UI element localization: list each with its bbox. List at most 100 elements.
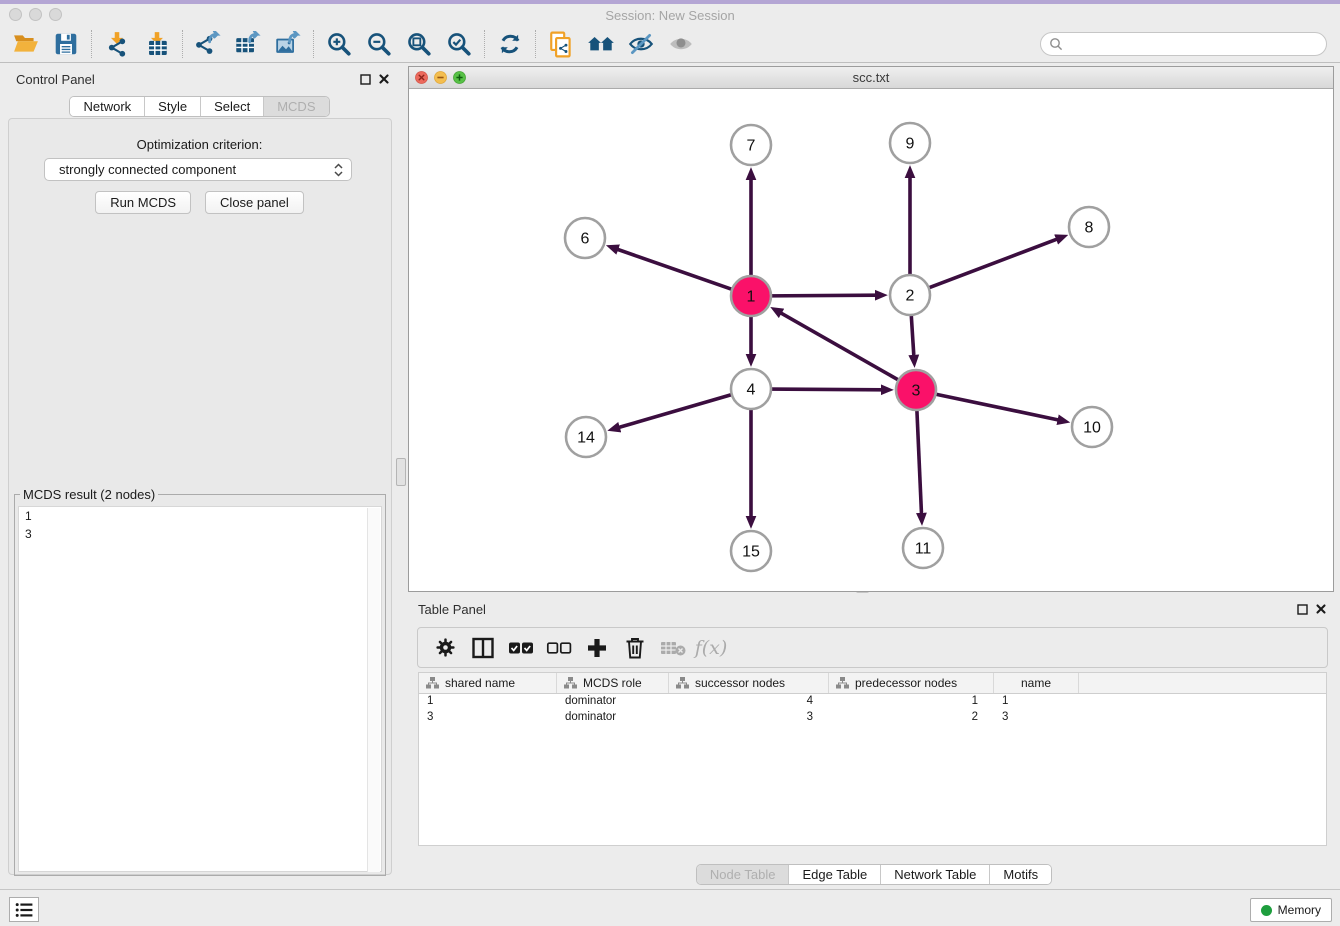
table-cell[interactable]: 1	[419, 694, 557, 710]
tab-mcds[interactable]: MCDS	[263, 97, 328, 116]
function-builder-button[interactable]: f(x)	[692, 632, 730, 664]
column-header-successor-nodes[interactable]: successor nodes	[669, 673, 829, 693]
close-panel-button[interactable]: Close panel	[205, 191, 304, 214]
mcds-result-item[interactable]: 3	[19, 525, 381, 543]
open-session-button[interactable]	[6, 28, 46, 60]
table-cell[interactable]: 1	[994, 694, 1079, 710]
table-panel-header: Table Panel	[408, 596, 1340, 622]
table-cell[interactable]: 3	[419, 710, 557, 726]
import-network-button[interactable]	[97, 28, 137, 60]
table-cell[interactable]: 2	[829, 710, 994, 726]
minimize-window-icon[interactable]	[29, 8, 42, 21]
table-cell[interactable]: dominator	[557, 694, 669, 710]
table-row[interactable]: 3dominator323	[419, 710, 1326, 726]
search-input[interactable]	[1040, 32, 1327, 56]
show-all-button[interactable]	[661, 28, 701, 60]
node-label-4: 4	[747, 382, 756, 399]
tab-style[interactable]: Style	[144, 97, 200, 116]
tab-select[interactable]: Select	[200, 97, 263, 116]
run-mcds-button[interactable]: Run MCDS	[95, 191, 191, 214]
delete-table-button[interactable]	[654, 632, 692, 664]
edge-4-14[interactable]	[618, 394, 734, 428]
export-table-button[interactable]	[228, 28, 268, 60]
hide-selected-icon	[627, 32, 655, 56]
edge-3-1[interactable]	[780, 312, 901, 381]
network-window-title: scc.txt	[853, 70, 890, 85]
export-network-button[interactable]	[188, 28, 228, 60]
edge-1-2[interactable]	[769, 295, 877, 296]
toolbar-separator	[91, 30, 92, 58]
close-window-icon[interactable]	[9, 8, 22, 21]
refresh-button[interactable]	[490, 28, 530, 60]
export-table-icon	[234, 31, 262, 58]
task-history-button[interactable]	[9, 897, 39, 922]
network-window-titlebar[interactable]: scc.txt	[409, 67, 1333, 89]
new-network-from-selection-button[interactable]	[541, 28, 581, 60]
zoom-in-button[interactable]	[319, 28, 359, 60]
close-panel-icon[interactable]	[379, 74, 389, 84]
tab-network-table[interactable]: Network Table	[880, 865, 989, 884]
network-canvas[interactable]: 7968124314101511	[409, 89, 1333, 591]
minimize-view-icon[interactable]	[434, 71, 447, 84]
criterion-dropdown[interactable]: strongly connected component	[44, 158, 352, 181]
float-panel-icon[interactable]	[360, 74, 371, 85]
zoom-selected-button[interactable]	[439, 28, 479, 60]
refresh-icon	[497, 31, 523, 57]
add-column-button[interactable]	[578, 632, 616, 664]
zoom-fit-button[interactable]	[399, 28, 439, 60]
vertical-splitter-handle[interactable]	[396, 458, 406, 486]
maximize-view-icon[interactable]	[453, 71, 466, 84]
memory-button[interactable]: Memory	[1250, 898, 1332, 922]
close-view-icon[interactable]	[415, 71, 428, 84]
edge-3-10[interactable]	[934, 394, 1060, 421]
hide-selected-button[interactable]	[621, 28, 661, 60]
tab-motifs[interactable]: Motifs	[989, 865, 1051, 884]
status-bar: Memory	[0, 889, 1340, 926]
column-header-MCDS-role[interactable]: MCDS role	[557, 673, 669, 693]
zoom-window-icon[interactable]	[49, 8, 62, 21]
export-network-icon	[194, 31, 222, 58]
edge-2-8[interactable]	[927, 239, 1058, 289]
first-neighbors-button[interactable]	[581, 28, 621, 60]
tab-node-table[interactable]: Node Table	[697, 865, 789, 884]
save-session-button[interactable]	[46, 28, 86, 60]
node-table[interactable]: shared nameMCDS rolesuccessor nodesprede…	[418, 672, 1327, 846]
select-all-checkboxes-button[interactable]	[502, 632, 540, 664]
edge-2-3[interactable]	[911, 313, 914, 357]
export-image-button[interactable]	[268, 28, 308, 60]
column-header-name[interactable]: name	[994, 673, 1079, 693]
node-label-15: 15	[742, 544, 760, 561]
table-cell[interactable]: dominator	[557, 710, 669, 726]
tab-edge-table[interactable]: Edge Table	[788, 865, 880, 884]
zoom-out-button[interactable]	[359, 28, 399, 60]
mcds-result-item[interactable]: 1	[19, 507, 381, 525]
mcds-result-list[interactable]: 13	[18, 506, 382, 872]
table-settings-button[interactable]	[426, 632, 464, 664]
table-cell[interactable]: 1	[829, 694, 994, 710]
table-panel-title: Table Panel	[418, 602, 486, 617]
column-type-icon	[564, 677, 577, 689]
toolbar-separator	[535, 30, 536, 58]
tab-network[interactable]: Network	[70, 97, 144, 116]
table-row[interactable]: 1dominator411	[419, 694, 1326, 710]
edge-1-6[interactable]	[616, 249, 734, 290]
edge-4-3[interactable]	[769, 389, 883, 390]
import-table-button[interactable]	[137, 28, 177, 60]
delete-column-button[interactable]	[616, 632, 654, 664]
window-traffic-lights[interactable]	[9, 8, 62, 21]
close-table-panel-icon[interactable]	[1316, 604, 1326, 614]
node-label-7: 7	[747, 138, 756, 155]
toggle-panes-button[interactable]	[464, 632, 502, 664]
edge-3-11[interactable]	[917, 408, 922, 515]
scrollbar-track[interactable]	[367, 508, 380, 872]
deselect-all-checkboxes-button[interactable]	[540, 632, 578, 664]
delete-column-icon	[624, 636, 646, 660]
table-cell[interactable]: 3	[669, 710, 829, 726]
column-header-shared-name[interactable]: shared name	[419, 673, 557, 693]
toolbar-separator	[182, 30, 183, 58]
float-table-panel-icon[interactable]	[1297, 604, 1308, 615]
network-window-traffic-lights[interactable]	[415, 71, 466, 84]
column-header-predecessor-nodes[interactable]: predecessor nodes	[829, 673, 994, 693]
table-cell[interactable]: 3	[994, 710, 1079, 726]
table-cell[interactable]: 4	[669, 694, 829, 710]
